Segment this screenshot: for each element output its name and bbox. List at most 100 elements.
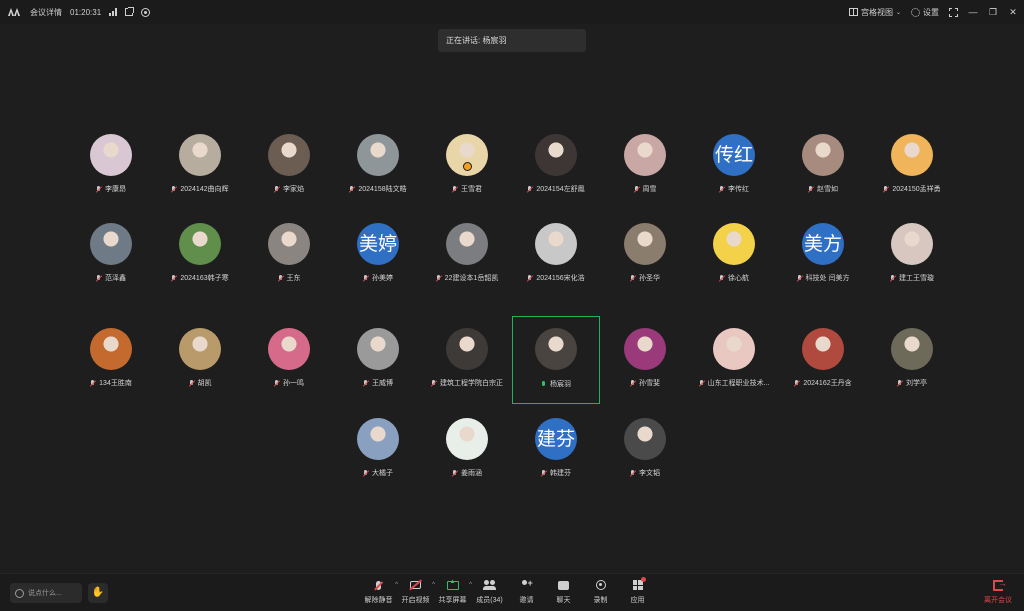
members-icon [483, 580, 496, 590]
avatar [535, 328, 577, 370]
members-button[interactable]: 成员(34) [473, 578, 506, 605]
toolbar-label: 应用 [630, 597, 645, 604]
raise-hand-button[interactable]: ✋ [88, 583, 108, 603]
participant-name: 建筑工程学院白宗正 [440, 380, 503, 387]
participant-name: 刘学亭 [906, 380, 927, 387]
participant-tile[interactable]: 134王胜南 [67, 316, 155, 404]
participant-name: 大橘子 [372, 470, 393, 477]
participant-tile[interactable]: 美方 科技处 闫美方 [779, 211, 867, 299]
avatar [713, 328, 755, 370]
avatar [624, 134, 666, 176]
close-button[interactable]: ✕ [1008, 7, 1018, 18]
share-screen-button[interactable]: 共享屏幕 ^ [436, 578, 473, 605]
participant-tile[interactable]: 李康昂 [67, 122, 155, 210]
bottom-toolbar: 说点什么... ✋ 解除静音^开启视频^共享屏幕^成员(34)邀请聊天录制应用 … [0, 573, 1024, 611]
settings-button[interactable]: 设置 [911, 7, 939, 18]
participant-tile[interactable]: 2024150孟祥勇 [868, 122, 956, 210]
view-mode-label: 宫格视图 [860, 7, 893, 17]
mic-muted-icon [278, 274, 284, 282]
participant-tile[interactable]: 范泽鑫 [67, 211, 155, 299]
mic-muted-icon [883, 185, 889, 193]
participant-tile[interactable]: 徐心航 [690, 211, 778, 299]
avatar [891, 223, 933, 265]
participant-tile[interactable]: 22建设本1岳韶凯 [423, 211, 511, 299]
view-mode-button[interactable]: 宫格视图 ⌄ [848, 7, 901, 18]
participant-name: 2024154左舒鳳 [536, 186, 585, 193]
grid-view-icon [848, 8, 858, 16]
emoji-icon[interactable] [15, 588, 24, 598]
participant-tile[interactable]: 孙一鸣 [245, 316, 333, 404]
quick-chat-input[interactable]: 说点什么... [10, 583, 82, 603]
participant-name: 22建设本1岳韶凯 [444, 275, 499, 282]
participant-label: 2024150孟祥勇 [858, 184, 966, 194]
participant-tile[interactable]: 2024163韩子寒 [156, 211, 244, 299]
avatar [624, 418, 666, 460]
participant-tile[interactable]: 2024154左舒鳳 [512, 122, 600, 210]
participant-tile[interactable]: 山东工程职业技术... [690, 316, 778, 404]
avatar [713, 223, 755, 265]
share-link-icon[interactable] [125, 7, 135, 16]
mic-muted-button[interactable]: 解除静音 ^ [362, 578, 398, 605]
mic-muted-icon [274, 379, 280, 387]
participant-name: 山东工程职业技术... [707, 380, 770, 387]
leave-meeting-button[interactable]: 离开会议 [982, 578, 1014, 605]
participant-tile[interactable]: 李家焰 [245, 122, 333, 210]
minimize-button[interactable]: — [968, 7, 978, 17]
mic-muted-icon [171, 185, 177, 193]
camera-off-button[interactable]: 开启视频 ^ [399, 578, 435, 605]
participant-tile[interactable]: 王雪君 [423, 122, 511, 210]
record-icon [595, 580, 606, 590]
mic-muted-icon [719, 274, 725, 282]
record-button[interactable]: 录制 [584, 578, 617, 605]
participant-tile[interactable]: 赵雪如 [779, 122, 867, 210]
participant-name: 孙一鸣 [283, 380, 304, 387]
meeting-details-button[interactable]: 会议详情 [30, 7, 62, 18]
participant-tile[interactable]: 建芬 韩建芬 [512, 406, 600, 494]
invite-button[interactable]: 邀请 [510, 578, 543, 605]
participant-tile[interactable]: 刘学亭 [868, 316, 956, 404]
participant-tile[interactable]: 王东 [245, 211, 333, 299]
participant-tile[interactable]: 传红 李传红 [690, 122, 778, 210]
avatar [179, 328, 221, 370]
participant-tile[interactable]: 王威博 [334, 316, 422, 404]
avatar [268, 134, 310, 176]
participant-tile[interactable]: 2024156宋化浩 [512, 211, 600, 299]
apps-button[interactable]: 应用 [621, 577, 654, 605]
participant-tile[interactable]: 李文韬 [601, 406, 689, 494]
participant-tile[interactable]: 姜雨涵 [423, 406, 511, 494]
participant-tile[interactable]: 2024158陆文皓 [334, 122, 422, 210]
participant-tile[interactable]: 建工王雪璇 [868, 211, 956, 299]
avatar [535, 223, 577, 265]
mic-muted-icon [274, 185, 280, 193]
participant-tile[interactable]: 孙雪斐 [601, 316, 689, 404]
top-bar: 会议详情 01:20:31 宫格视图 ⌄ 设置 — ❐ ✕ [0, 0, 1024, 24]
participant-tile[interactable]: 杨宸羽 [512, 316, 600, 404]
mic-muted-icon [171, 274, 177, 282]
participant-tile[interactable]: 周雪 [601, 122, 689, 210]
participant-tile[interactable]: 大橘子 [334, 406, 422, 494]
participant-name: 王威博 [372, 380, 393, 387]
chevron-up-icon[interactable]: ^ [469, 582, 472, 588]
participant-tile[interactable]: 胡凯 [156, 316, 244, 404]
maximize-button[interactable]: ❐ [988, 7, 998, 18]
participant-tile[interactable]: 2024142曲向辉 [156, 122, 244, 210]
avatar: 美方 [802, 223, 844, 265]
chat-button[interactable]: 聊天 [547, 578, 580, 605]
participant-tile[interactable]: 建筑工程学院白宗正 [423, 316, 511, 404]
fullscreen-icon[interactable] [949, 7, 958, 17]
invite-icon [521, 578, 533, 590]
avatar [446, 223, 488, 265]
participant-tile[interactable]: 2024162王丹含 [779, 316, 867, 404]
active-speaker-banner: 正在讲话: 杨宸羽 [438, 29, 586, 52]
participant-tile[interactable]: 美婷 孙美婷 [334, 211, 422, 299]
avatar [179, 134, 221, 176]
participant-tile[interactable]: 孙圣华 [601, 211, 689, 299]
leave-meeting-label: 离开会议 [984, 597, 1012, 604]
signal-strength-icon[interactable] [109, 8, 118, 16]
mic-muted-icon [452, 185, 458, 193]
chevron-up-icon[interactable]: ^ [432, 582, 435, 588]
share-screen-icon [446, 579, 459, 590]
mic-muted-icon [541, 469, 547, 477]
recording-status-icon[interactable] [141, 7, 151, 17]
chevron-up-icon[interactable]: ^ [395, 582, 398, 588]
